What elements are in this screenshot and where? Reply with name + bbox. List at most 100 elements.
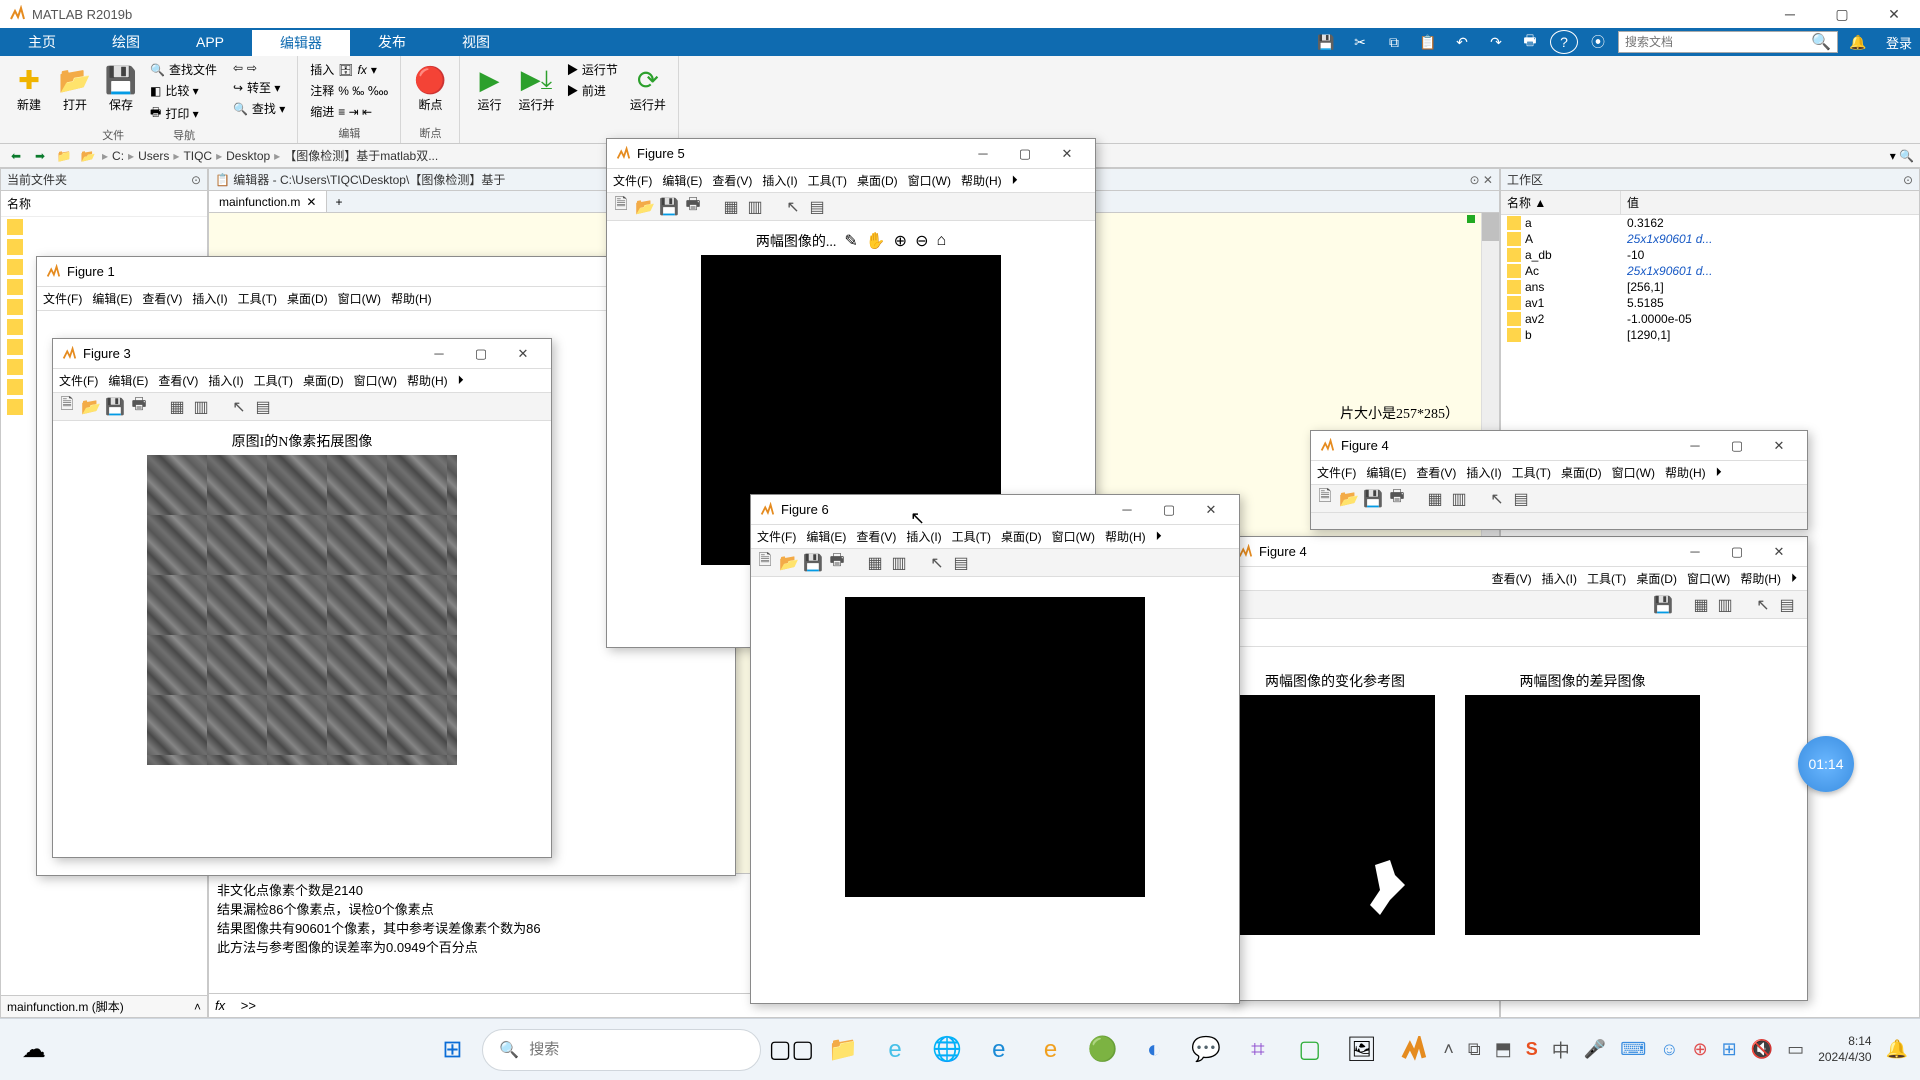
tray-input-icon[interactable]: 🎤 — [1584, 1039, 1606, 1060]
compare-button[interactable]: ◧比较 ▾ — [146, 81, 221, 100]
start-button[interactable]: ⊞ — [430, 1028, 474, 1072]
editor-tab-mainfunction[interactable]: mainfunction.m✕ — [209, 191, 327, 212]
datatip-icon[interactable]: ▦ — [1691, 595, 1711, 615]
menu-desktop[interactable]: 桌面(D) — [287, 290, 328, 307]
workspace-row[interactable]: b[1290,1] — [1501, 327, 1919, 343]
tray-sync-icon[interactable]: ⬒ — [1495, 1039, 1512, 1060]
menu-edit[interactable]: 编辑(E) — [108, 372, 148, 389]
menu-insert[interactable]: 插入(I) — [1466, 464, 1501, 481]
workspace-row[interactable]: a0.3162 — [1501, 215, 1919, 231]
menu-more-icon[interactable]: ⏵ — [1012, 173, 1018, 188]
arrow-icon[interactable]: ↖ — [1753, 595, 1773, 615]
clock[interactable]: 8:14 2024/4/30 — [1818, 1034, 1871, 1065]
workspace-row[interactable]: av15.5185 — [1501, 295, 1919, 311]
run-button[interactable]: ▶运行 — [468, 60, 510, 127]
datatip-icon[interactable]: ▦ — [721, 197, 741, 217]
zoomout-icon[interactable]: ⊖ — [915, 231, 928, 251]
menu-more-icon[interactable]: ⏵ — [1716, 465, 1722, 480]
tray-app1-icon[interactable]: ⊕ — [1693, 1039, 1708, 1060]
zoomin-icon[interactable]: ⊕ — [894, 231, 907, 251]
figure-4-window[interactable]: Figure 4─▢✕ 查看(V) 插入(I) 工具(T) 桌面(D) 窗口(W… — [1228, 536, 1808, 1001]
nav-arrows[interactable]: ⇦⇨ — [229, 60, 289, 76]
menu-window[interactable]: 窗口(W) — [1052, 528, 1095, 545]
rotate-icon[interactable]: ▥ — [745, 197, 765, 217]
help-icon[interactable]: ? — [1550, 30, 1578, 54]
wechat-icon[interactable]: 💬 — [1184, 1028, 1228, 1072]
run-and-button[interactable]: ▶⤓运行并 — [514, 60, 558, 127]
advance-button[interactable]: ▶ 前进 — [562, 81, 621, 100]
save-button[interactable]: 💾保存 — [100, 60, 142, 125]
menu-window[interactable]: 窗口(W) — [1687, 570, 1730, 587]
datatip-icon[interactable]: ▦ — [865, 553, 885, 573]
search-toggle-icon[interactable]: ⦿ — [1584, 30, 1612, 54]
tray-emoji-icon[interactable]: ☺ — [1660, 1039, 1678, 1060]
app-gallery-icon[interactable]: 🖼 — [1340, 1028, 1384, 1072]
fig-maximize-button[interactable]: ▢ — [1005, 141, 1045, 167]
grid-icon[interactable]: ▤ — [1777, 595, 1797, 615]
print-fig-icon[interactable]: 🖶 — [1387, 489, 1407, 509]
run-and-2-button[interactable]: ⟳运行并 — [626, 60, 670, 127]
taskbar-search[interactable]: 🔍 — [482, 1029, 761, 1071]
fig-close-button[interactable]: ✕ — [1047, 141, 1087, 167]
new-fig-icon[interactable]: 🗎 — [755, 553, 775, 573]
rotate-icon[interactable]: ▥ — [1449, 489, 1469, 509]
tray-mute-icon[interactable]: 🔇 — [1751, 1039, 1773, 1060]
notifications-icon[interactable]: 🔔 — [1886, 1039, 1908, 1060]
tray-keyboard-icon[interactable]: ⌨ — [1620, 1039, 1646, 1060]
menu-insert[interactable]: 插入(I) — [208, 372, 243, 389]
print-fig-icon[interactable]: 🖶 — [683, 197, 703, 217]
cut-icon[interactable]: ✂ — [1346, 30, 1374, 54]
fig-maximize-button[interactable]: ▢ — [461, 341, 501, 367]
menu-help[interactable]: 帮助(H) — [1740, 570, 1781, 587]
fig-close-button[interactable]: ✕ — [1759, 539, 1799, 565]
breadcrumb[interactable]: ▸C: ▸Users ▸TIQC ▸Desktop ▸【图像检测】基于matla… — [102, 147, 438, 164]
tab-home[interactable]: 主页 — [0, 28, 84, 56]
find-button[interactable]: 🔍查找 ▾ — [229, 99, 289, 118]
tab-close-icon[interactable]: ✕ — [306, 195, 316, 209]
editor-add-tab[interactable]: + — [327, 195, 350, 209]
menu-desktop[interactable]: 桌面(D) — [1001, 528, 1042, 545]
menu-help[interactable]: 帮助(H) — [1665, 464, 1706, 481]
menu-help[interactable]: 帮助(H) — [1105, 528, 1146, 545]
print-icon[interactable]: 🖶 — [1516, 30, 1544, 54]
fig-minimize-button[interactable]: ─ — [1107, 497, 1147, 523]
fig-minimize-button[interactable]: ─ — [1675, 539, 1715, 565]
app-green-icon[interactable]: ▢ — [1288, 1028, 1332, 1072]
insert-button[interactable]: 插入 🗄 fx ▾ — [306, 60, 392, 79]
save-fig-icon[interactable]: 💾 — [105, 397, 125, 417]
new-fig-icon[interactable]: 🗎 — [1315, 489, 1335, 509]
explorer-icon[interactable]: 📁 — [821, 1028, 865, 1072]
menu-window[interactable]: 窗口(W) — [908, 172, 951, 189]
menu-tools[interactable]: 工具(T) — [952, 528, 991, 545]
fig-close-button[interactable]: ✕ — [1759, 433, 1799, 459]
grid-icon[interactable]: ▤ — [807, 197, 827, 217]
menu-edit[interactable]: 编辑(E) — [92, 290, 132, 307]
menu-desktop[interactable]: 桌面(D) — [857, 172, 898, 189]
app-purple-icon[interactable]: ⌗ — [1236, 1028, 1280, 1072]
menu-help[interactable]: 帮助(H) — [961, 172, 1002, 189]
arrow-icon[interactable]: ↖ — [1487, 489, 1507, 509]
menu-view[interactable]: 查看(V) — [1416, 464, 1456, 481]
datatip-icon[interactable]: ▦ — [167, 397, 187, 417]
task-view-icon[interactable]: ▢▢ — [769, 1028, 813, 1072]
menu-view[interactable]: 查看(V) — [712, 172, 752, 189]
workspace-value-header[interactable]: 值 — [1621, 191, 1645, 214]
menu-insert[interactable]: 插入(I) — [192, 290, 227, 307]
indent-button[interactable]: 缩进 ≡ ⇥ ⇤ — [306, 102, 392, 121]
figure-3-window[interactable]: Figure 3─▢✕ 文件(F) 编辑(E) 查看(V) 插入(I) 工具(T… — [52, 338, 552, 858]
undo-icon[interactable]: ↶ — [1448, 30, 1476, 54]
figure-6-window[interactable]: Figure 6─▢✕ 文件(F) 编辑(E) 查看(V) 插入(I) 工具(T… — [750, 494, 1240, 1004]
datatip-icon[interactable]: ▦ — [1425, 489, 1445, 509]
workspace-row[interactable]: a_db-10 — [1501, 247, 1919, 263]
window-minimize-button[interactable]: ─ — [1764, 0, 1816, 28]
menu-tools[interactable]: 工具(T) — [254, 372, 293, 389]
fig-maximize-button[interactable]: ▢ — [1717, 433, 1757, 459]
window-maximize-button[interactable]: ▢ — [1816, 0, 1868, 28]
run-section-button[interactable]: ▶ 运行节 — [562, 60, 621, 79]
parent-button[interactable]: 📂 — [78, 146, 98, 166]
open-fig-icon[interactable]: 📂 — [1339, 489, 1359, 509]
save-fig-icon[interactable]: 💾 — [1653, 595, 1673, 615]
arrow-icon[interactable]: ↖ — [229, 397, 249, 417]
tray-app2-icon[interactable]: ⊞ — [1722, 1039, 1737, 1060]
menu-file[interactable]: 文件(F) — [613, 172, 652, 189]
